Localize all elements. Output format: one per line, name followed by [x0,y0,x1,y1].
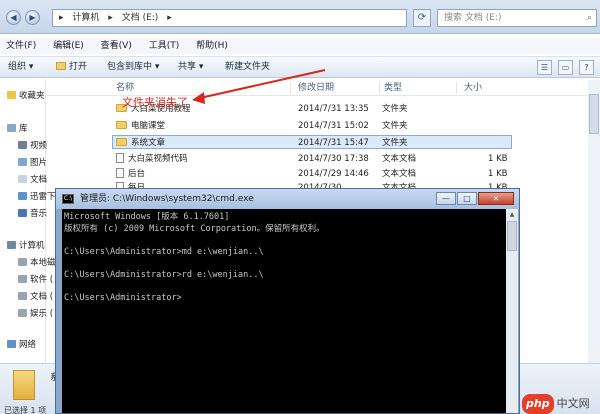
scrollbar-thumb[interactable] [589,94,599,134]
cmd-app-icon: C:\ [62,194,74,204]
watermark: php 中文网 [522,394,600,414]
close-icon[interactable]: ✕ [478,192,514,205]
scrollbar-thumb[interactable] [507,221,517,251]
cmd-window[interactable]: C:\ 管理员: C:\Windows\system32\cmd.exe — □… [55,188,520,414]
watermark-text: 中文网 [556,397,590,410]
console-scrollbar[interactable]: ▲ [506,209,518,413]
scroll-up-icon[interactable]: ▲ [506,209,518,220]
console-line: C:\Users\Administrator>rd e:\wenjian..\ [64,269,264,280]
console-output[interactable]: Microsoft Windows [版本 6.1.7601] 版权所有 (c)… [62,209,506,413]
selection-count: 已选择 1 项 [4,406,47,414]
file-list-scrollbar[interactable] [588,80,600,400]
console-line: C:\Users\Administrator>md e:\wenjian..\ [64,246,264,257]
watermark-logo: php [522,394,554,414]
folder-icon [13,370,35,400]
console-line: C:\Users\Administrator> [64,292,182,303]
console-line: 版权所有 (c) 2009 Microsoft Corporation。保留所有… [64,223,325,234]
cmd-title: 管理员: C:\Windows\system32\cmd.exe [80,194,254,204]
maximize-icon[interactable]: □ [457,192,477,205]
console-line: Microsoft Windows [版本 6.1.7601] [64,212,230,222]
minimize-icon[interactable]: — [436,192,456,205]
cmd-title-bar[interactable]: C:\ 管理员: C:\Windows\system32\cmd.exe — □… [56,189,519,209]
